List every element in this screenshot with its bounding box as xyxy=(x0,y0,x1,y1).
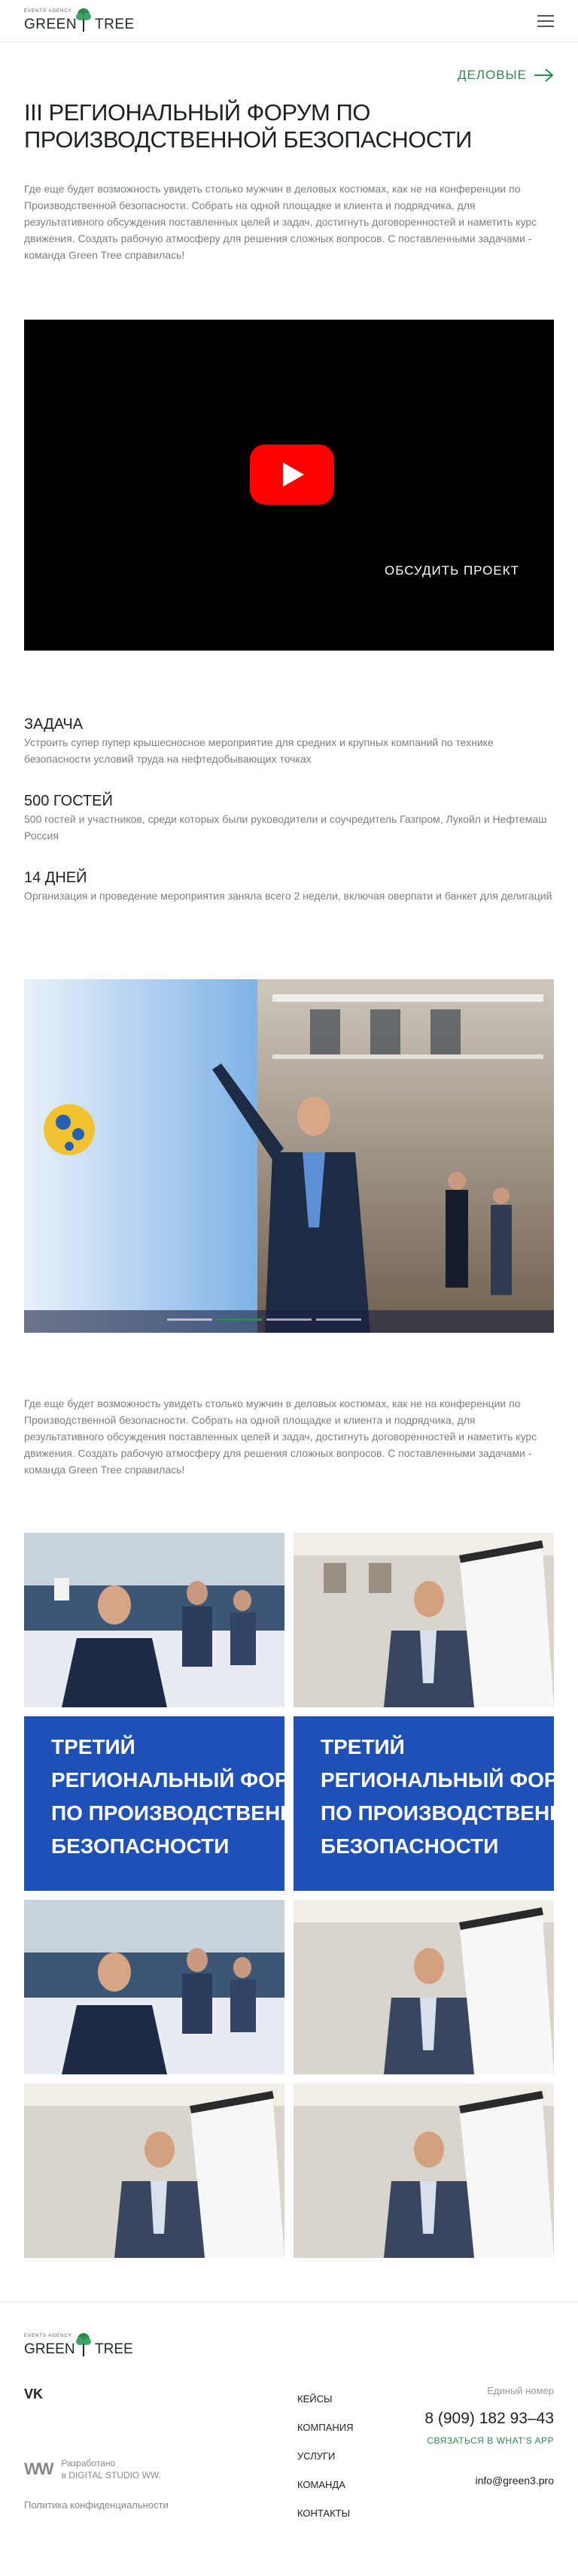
discuss-project-button[interactable]: ОБСУДИТЬ ПРОЕКТ xyxy=(385,563,519,578)
outro-paragraph: Где еще будет возможность увидеть стольк… xyxy=(24,1397,537,1476)
slider-dots xyxy=(167,1318,361,1321)
footer-nav-company[interactable]: КОМПАНИЯ xyxy=(297,2414,354,2442)
banner-line-3: ПО ПРОИЗВОДСТВЕННОЙ xyxy=(51,1801,284,1825)
hamburger-icon[interactable] xyxy=(537,15,554,27)
footer-nav-team[interactable]: КОМАНДА xyxy=(297,2471,354,2499)
stat-text: 500 гостей и участников, среди которых б… xyxy=(24,813,547,842)
logo-word-left: GREEN xyxy=(24,17,78,32)
tree-icon xyxy=(76,2333,91,2356)
banner-line-4: БЕЗОПАСНОСТИ xyxy=(321,1834,498,1858)
stat-title: ЗАДАЧА xyxy=(24,716,84,733)
gallery-photo-selfie[interactable] xyxy=(24,1533,284,1707)
site-header: EVENTS AGENCY GREEN TREE xyxy=(0,0,578,42)
vk-icon[interactable]: VK xyxy=(24,2386,43,2402)
developer-logo: WW xyxy=(24,2459,54,2478)
footer-nav-cases[interactable]: КЕЙСЫ xyxy=(297,2385,354,2414)
developer-credit[interactable]: WW Разработано в DIGITAL STUDIO WW. xyxy=(24,2457,161,2481)
whatsapp-link[interactable]: СВЯЗАТЬСЯ В WHAT'S APP xyxy=(424,2435,554,2446)
play-icon[interactable] xyxy=(250,445,334,505)
phone-label: Единый номер xyxy=(487,2385,554,2396)
category-label: ДЕЛОВЫЕ xyxy=(458,68,527,82)
developer-line-1: Разработано xyxy=(61,2458,116,2468)
gallery-photo-flipchart[interactable] xyxy=(294,2083,554,2258)
stat-text: Организация и проведение мероприятия зан… xyxy=(24,890,552,902)
photo-gallery: ТРЕТИЙ РЕГИОНАЛЬНЫЙ ФОРУМ ПО ПРОИЗВОДСТВ… xyxy=(24,1533,554,2258)
gallery-photo-flipchart[interactable] xyxy=(24,2083,284,2258)
gallery-photo-flipchart[interactable] xyxy=(294,1900,554,2074)
site-footer: EVENTS AGENCY GREEN TREE VK WW Разработа… xyxy=(0,2301,578,2576)
gallery-photo-banner[interactable]: ТРЕТИЙ РЕГИОНАЛЬНЫЙ ФОРУМ ПО ПРОИЗВОДСТВ… xyxy=(24,1716,284,1891)
stat-title: 500 ГОСТЕЙ xyxy=(24,793,113,809)
banner-line-3: ПО ПРОИЗВОДСТВЕННОЙ xyxy=(321,1801,554,1825)
speaker-photo xyxy=(24,979,554,1333)
stat-title: 14 ДНЕЙ xyxy=(24,869,87,886)
gallery-photo-banner[interactable]: ТРЕТИЙ РЕГИОНАЛЬНЫЙ ФОРУМ ПО ПРОИЗВОДСТВ… xyxy=(294,1716,554,1891)
banner-line-2: РЕГИОНАЛЬНЫЙ ФОРУМ xyxy=(51,1767,284,1792)
category-link[interactable]: ДЕЛОВЫЕ xyxy=(458,68,554,83)
slider-dot[interactable] xyxy=(167,1318,212,1321)
logo[interactable]: EVENTS AGENCY GREEN TREE xyxy=(24,8,144,36)
logo-word-right: TREE xyxy=(95,2341,133,2357)
arrow-right-icon xyxy=(534,68,554,82)
photo-slider[interactable] xyxy=(24,979,554,1333)
email-link[interactable]: info@green3.pro xyxy=(424,2474,554,2486)
slider-dot-active[interactable] xyxy=(217,1318,262,1321)
banner-line-1: ТРЕТИЙ xyxy=(321,1734,405,1758)
logo-word-left: GREEN xyxy=(24,2341,75,2357)
logo-tagline: EVENTS AGENCY xyxy=(24,2334,72,2338)
stat-task: ЗАДАЧА Устроить супер пупер крышесносное… xyxy=(24,715,554,767)
video-player[interactable]: ОБСУДИТЬ ПРОЕКТ xyxy=(24,320,554,651)
banner-line-4: БЕЗОПАСНОСТИ xyxy=(51,1834,229,1858)
logo-word-right: TREE xyxy=(95,17,135,32)
stat-days: 14 ДНЕЙ Организация и проведение меропри… xyxy=(24,868,554,904)
logo-tagline: EVENTS AGENCY xyxy=(24,9,72,14)
page-title: III РЕГИОНАЛЬНЫЙ ФОРУМ ПО ПРОИЗВОДСТВЕНН… xyxy=(24,99,472,153)
footer-nav: КЕЙСЫ КОМПАНИЯ УСЛУГИ КОМАНДА КОНТАКТЫ xyxy=(297,2385,354,2528)
tree-icon xyxy=(76,8,91,32)
privacy-policy-link[interactable]: Политика конфиденциальности xyxy=(24,2499,169,2511)
stat-text: Устроить супер пупер крышесносное меропр… xyxy=(24,736,494,765)
gallery-photo-selfie[interactable] xyxy=(24,1900,284,2074)
gallery-photo-flipchart[interactable] xyxy=(294,1533,554,1707)
footer-nav-services[interactable]: УСЛУГИ xyxy=(297,2442,354,2471)
footer-logo[interactable]: EVENTS AGENCY GREEN TREE xyxy=(24,2332,144,2361)
phone-number[interactable]: 8 (909) 182 93–43 xyxy=(424,2410,554,2428)
developer-line-2: в DIGITAL STUDIO WW. xyxy=(61,2470,161,2480)
intro-paragraph: Где еще будет возможность увидеть стольк… xyxy=(24,183,537,261)
slider-dot[interactable] xyxy=(266,1318,312,1321)
slider-dot[interactable] xyxy=(316,1318,361,1321)
footer-nav-contacts[interactable]: КОНТАКТЫ xyxy=(297,2499,354,2528)
banner-line-1: ТРЕТИЙ xyxy=(51,1734,135,1758)
banner-line-2: РЕГИОНАЛЬНЫЙ ФОРУМ xyxy=(321,1767,554,1792)
stat-guests: 500 ГОСТЕЙ 500 гостей и участников, сред… xyxy=(24,791,554,844)
footer-contacts: Единый номер 8 (909) 182 93–43 СВЯЗАТЬСЯ… xyxy=(424,2385,554,2486)
